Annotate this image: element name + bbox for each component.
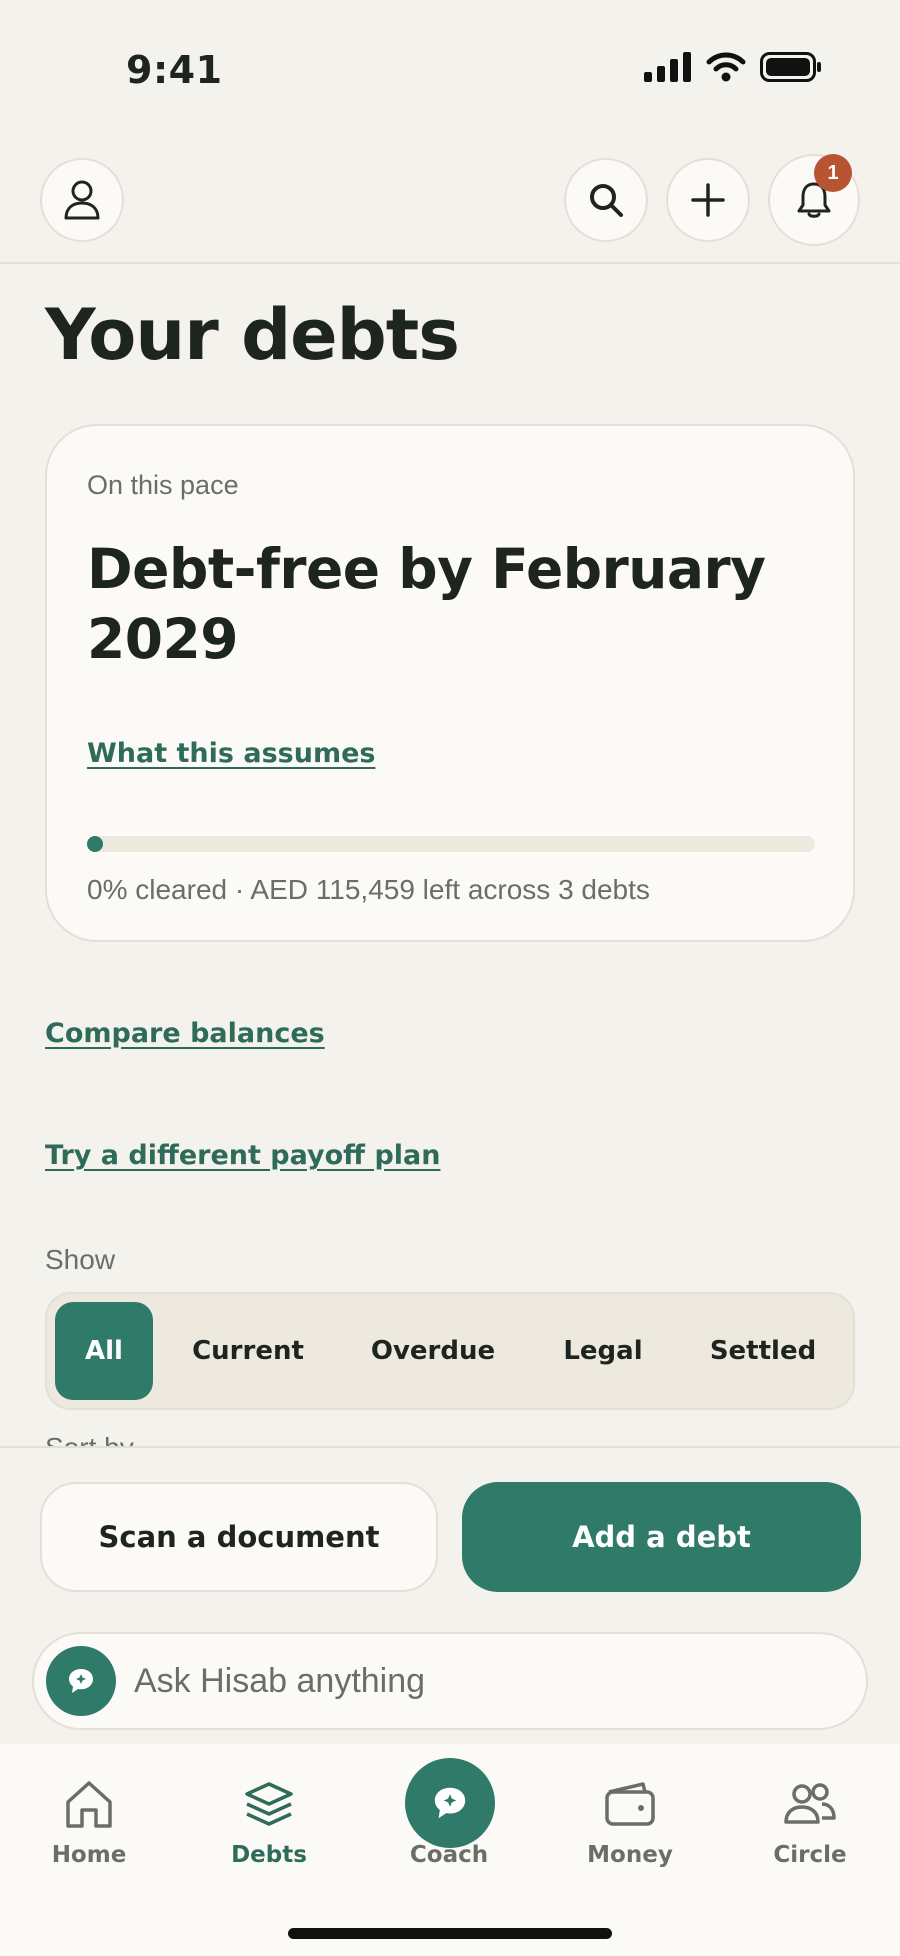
- notifications-button[interactable]: 1: [768, 154, 860, 246]
- search-icon: [590, 184, 623, 217]
- page-title: Your debts: [45, 294, 460, 376]
- search-button[interactable]: [564, 158, 648, 242]
- tab-coach-label: Coach: [409, 1842, 489, 1868]
- header-divider: [0, 262, 900, 264]
- wallet-icon: [600, 1774, 660, 1834]
- status-filter-segmented-control: All Current Overdue Legal Settled: [45, 1292, 855, 1410]
- tab-coach[interactable]: Coach: [389, 1774, 509, 1868]
- action-panel: Scan a document Add a debt Ask Hisab any…: [0, 1446, 900, 1746]
- profile-icon: [64, 180, 100, 220]
- tab-home[interactable]: Home: [29, 1774, 149, 1868]
- wifi-icon: [706, 52, 746, 82]
- chat-icon: [46, 1646, 116, 1716]
- tab-home-label: Home: [51, 1842, 127, 1868]
- different-payoff-plan-link[interactable]: Try a different payoff plan: [45, 1140, 440, 1171]
- progress-caption: 0% cleared · AED 115,459 left across 3 d…: [87, 874, 650, 905]
- what-this-assumes-link[interactable]: What this assumes: [87, 738, 375, 769]
- debt-free-pace-card: On this pace Debt-free by February 2029 …: [45, 424, 855, 942]
- layers-icon: [239, 1774, 299, 1834]
- battery-icon: [760, 52, 821, 82]
- home-indicator: [288, 1928, 612, 1939]
- filter-legal[interactable]: Legal: [523, 1302, 683, 1400]
- people-icon: [780, 1774, 840, 1834]
- notification-badge: 1: [814, 154, 852, 192]
- tab-money[interactable]: Money: [570, 1774, 690, 1868]
- filter-label: Show: [45, 1244, 116, 1275]
- home-icon: [59, 1774, 119, 1834]
- profile-button[interactable]: [40, 158, 124, 242]
- payoff-progress-bar: [87, 836, 815, 852]
- compare-balances-link[interactable]: Compare balances: [45, 1018, 325, 1049]
- tab-debts-label: Debts: [231, 1842, 307, 1868]
- scan-document-button[interactable]: Scan a document: [40, 1482, 438, 1592]
- tab-bar: Home Debts Coach Money Circle: [0, 1744, 900, 1956]
- status-bar: 9:41: [0, 0, 900, 140]
- add-debt-button[interactable]: Add a debt: [462, 1482, 861, 1592]
- tab-circle-label: Circle: [773, 1842, 847, 1868]
- tab-money-label: Money: [587, 1842, 673, 1868]
- filter-settled[interactable]: Settled: [683, 1302, 843, 1400]
- ask-hisab-input[interactable]: Ask Hisab anything: [32, 1632, 868, 1730]
- debt-free-date-headline: Debt-free by February 2029: [87, 537, 766, 671]
- filter-all[interactable]: All: [55, 1302, 153, 1400]
- filter-current[interactable]: Current: [153, 1302, 343, 1400]
- top-bar: 1: [0, 154, 900, 246]
- status-time: 9:41: [126, 48, 223, 92]
- status-icons: [644, 52, 822, 82]
- add-button[interactable]: [666, 158, 750, 242]
- filter-overdue[interactable]: Overdue: [343, 1302, 523, 1400]
- signal-icon: [644, 52, 691, 82]
- pace-eyebrow: On this pace: [87, 470, 239, 500]
- plus-icon: [691, 183, 725, 217]
- payoff-progress-fill: [87, 836, 103, 852]
- tab-debts[interactable]: Debts: [209, 1774, 329, 1868]
- ask-placeholder: Ask Hisab anything: [134, 1662, 426, 1700]
- tab-circle[interactable]: Circle: [750, 1774, 870, 1868]
